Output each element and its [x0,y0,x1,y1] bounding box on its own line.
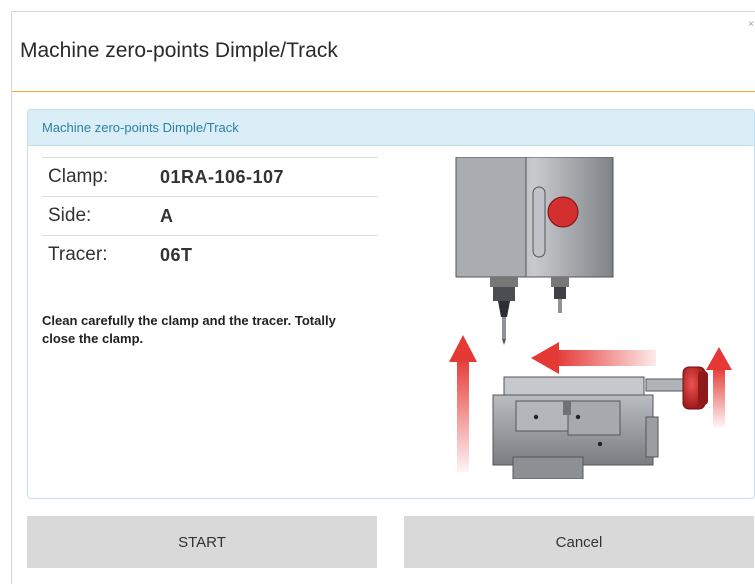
dialog: × Machine zero-points Dimple/Track Machi… [11,11,755,584]
cancel-button[interactable]: Cancel [404,516,754,568]
side-value: A [160,205,174,226]
illustration-svg [449,156,732,480]
info-row-clamp: Clamp: 01RA-106-107 [42,157,378,196]
title-divider [12,91,755,92]
info-panel: Machine zero-points Dimple/Track Clamp: … [27,109,755,499]
info-row-tracer: Tracer: 06T [42,235,378,274]
tracer-value: 06T [160,244,193,265]
dialog-actions: START Cancel [27,516,754,568]
close-icon[interactable]: × [748,20,754,30]
dialog-title: Machine zero-points Dimple/Track [20,39,338,62]
clamp [492,366,708,480]
machine-clamp-tracer-illustration [413,156,753,484]
panel-header: Machine zero-points Dimple/Track [28,110,754,146]
clamp-value: 01RA-106-107 [160,166,285,187]
info-row-side: Side: A [42,196,378,235]
info-table: Clamp: 01RA-106-107 Side: A Tracer: 06T [42,157,378,274]
machine-head [455,156,614,345]
start-button[interactable]: START [27,516,377,568]
tracer-label: Tracer: [48,244,108,265]
side-label: Side: [48,205,92,226]
clamp-label: Clamp: [48,166,109,187]
instruction-text: Clean carefully the clamp and the tracer… [42,313,336,346]
